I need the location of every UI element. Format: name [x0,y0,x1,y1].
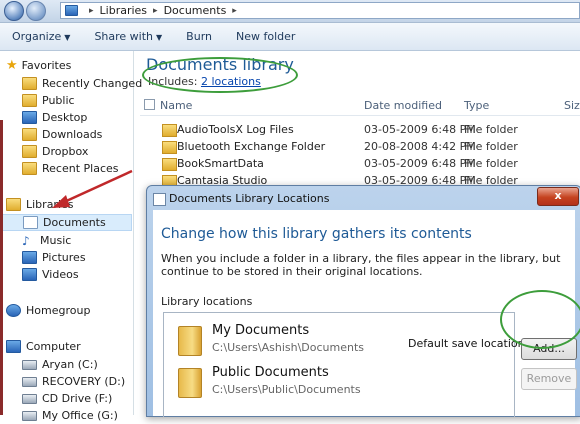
file-type: File folder [464,123,518,136]
location-item[interactable]: Public Documents C:\Users\Public\Documen… [178,365,508,401]
computer-icon [6,340,21,353]
folder-icon [22,145,37,158]
breadcrumb-separator[interactable]: ▸ [232,6,237,16]
nav-item-drive-g[interactable]: My Office (G:) [22,407,118,424]
location-name: My Documents [212,323,310,338]
window-edge [0,120,3,415]
column-type[interactable]: Type [464,99,489,112]
nav-item-music[interactable]: ♪ Music [22,232,71,249]
file-row[interactable]: AudioToolsX Log Files 03-05-2009 6:48 PM… [140,121,580,138]
nav-item-downloads[interactable]: Downloads [22,126,102,143]
location-path: C:\Users\Ashish\Documents [212,341,365,354]
chevron-down-icon: ▼ [156,33,163,42]
nav-item-documents[interactable]: Documents [2,214,132,231]
forward-button[interactable] [26,1,46,21]
nav-item-drive-f[interactable]: CD Drive (F:) [22,390,112,407]
highlight-ellipse [142,57,298,93]
organize-button[interactable]: Organize ▼ [0,30,82,43]
folder-icon [22,77,37,90]
pictures-icon [22,251,37,264]
column-name[interactable]: Name [160,99,192,112]
file-name: Bluetooth Exchange Folder [177,140,326,153]
nav-item-videos[interactable]: Videos [22,266,79,283]
remove-button[interactable]: Remove [521,368,577,390]
close-button[interactable]: x [537,187,579,206]
folder-icon [162,141,177,154]
nav-item-recently-changed[interactable]: Recently Changed [22,75,142,92]
folder-icon [178,368,202,398]
library-icon [153,193,166,206]
folder-icon [178,326,202,356]
drive-icon [22,376,37,387]
default-save-label: Default save location [408,337,525,350]
file-type: File folder [464,157,518,170]
dialog-heading: Change how this library gathers its cont… [161,226,472,242]
column-size[interactable]: Size [564,99,580,112]
new-folder-button[interactable]: New folder [224,30,307,43]
select-all-checkbox[interactable] [144,99,155,110]
breadcrumb[interactable]: ▸ Libraries ▸ Documents ▸ [60,2,580,19]
cd-drive-icon [22,393,37,404]
burn-button[interactable]: Burn [174,30,224,43]
breadcrumb-libraries[interactable]: Libraries [100,4,148,17]
nav-item-desktop[interactable]: Desktop [22,109,87,126]
highlight-ellipse [500,290,580,349]
file-name: AudioToolsX Log Files [177,123,294,136]
libraries-icon [65,5,78,16]
locations-list: My Documents C:\Users\Ashish\Documents D… [163,312,525,417]
arrow-annotation [52,169,133,208]
folder-icon [162,158,177,171]
videos-icon [22,268,37,281]
nav-item-pictures[interactable]: Pictures [22,249,86,266]
command-bar: Organize ▼ Share with ▼ Burn New folder [0,23,580,51]
dialog-description: When you include a folder in a library, … [161,252,561,278]
location-item[interactable]: My Documents C:\Users\Ashish\Documents D… [178,323,525,359]
dialog-title: Documents Library Locations [169,192,330,205]
breadcrumb-separator[interactable]: ▸ [89,6,94,16]
nav-item-drive-c[interactable]: Aryan (C:) [22,356,98,373]
column-header-row: Name Date modified Type Size [140,95,580,116]
breadcrumb-separator[interactable]: ▸ [153,6,158,16]
nav-computer[interactable]: Computer [6,338,81,355]
file-row[interactable]: BookSmartData 03-05-2009 6:48 PM File fo… [140,155,580,172]
chevron-down-icon: ▼ [64,33,71,42]
address-bar: ▸ Libraries ▸ Documents ▸ [0,0,580,23]
nav-item-drive-d[interactable]: RECOVERY (D:) [22,373,125,390]
desktop-icon [22,111,37,124]
column-date-modified[interactable]: Date modified [364,99,442,112]
file-row[interactable]: Bluetooth Exchange Folder 20-08-2008 4:4… [140,138,580,155]
nav-favorites[interactable]: ★ Favorites [6,57,71,74]
file-date: 20-08-2008 4:42 PM [364,140,476,153]
file-type: File folder [464,140,518,153]
documents-icon [23,216,38,229]
library-locations-label: Library locations [161,295,253,308]
drive-icon [22,359,37,370]
folder-icon [162,124,177,137]
share-with-button[interactable]: Share with ▼ [82,30,174,43]
navigation-pane: ★ Favorites Recently Changed Public Desk… [0,51,142,422]
file-date: 03-05-2009 6:48 PM [364,157,476,170]
nav-item-public[interactable]: Public [22,92,75,109]
music-icon: ♪ [22,233,30,248]
nav-item-dropbox[interactable]: Dropbox [22,143,88,160]
homegroup-icon [6,304,21,317]
file-date: 03-05-2009 6:48 PM [364,123,476,136]
location-path: C:\Users\Public\Documents [212,383,361,396]
star-icon: ★ [6,58,18,73]
nav-homegroup[interactable]: Homegroup [6,302,90,319]
folder-icon [22,94,37,107]
drive-icon [22,410,37,421]
folder-icon [22,162,37,175]
back-button[interactable] [4,1,24,21]
file-name: BookSmartData [177,157,264,170]
location-name: Public Documents [212,365,329,380]
folder-icon [22,128,37,141]
breadcrumb-documents[interactable]: Documents [164,4,227,17]
libraries-icon [6,198,21,211]
